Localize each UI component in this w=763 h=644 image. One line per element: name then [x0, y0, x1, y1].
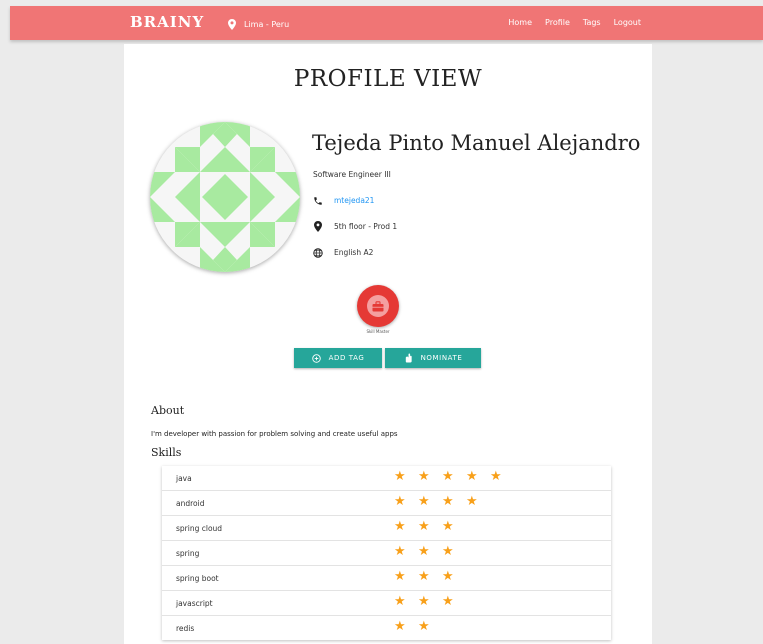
map-marker-icon [312, 221, 323, 232]
skill-row: javascript ★ ★ ★ [162, 591, 611, 616]
nav-link-profile[interactable]: Profile [545, 18, 570, 27]
star-icon: ★ [394, 469, 406, 484]
skill-rating: ★ ★ ★ [394, 594, 466, 609]
top-navbar: BRAINY Lima - Peru Home Profile Tags Log… [10, 6, 763, 40]
star-icon: ★ [394, 569, 406, 584]
skill-name: spring [176, 549, 200, 558]
hand-icon [405, 353, 412, 363]
star-icon: ★ [418, 494, 430, 509]
skill-rating: ★ ★ ★ [394, 544, 466, 559]
star-icon: ★ [418, 594, 430, 609]
brand-logo[interactable]: BRAINY [130, 13, 204, 31]
nav-links: Home Profile Tags Logout [508, 18, 641, 27]
skill-name: java [176, 474, 192, 483]
skill-row: spring ★ ★ ★ [162, 541, 611, 566]
skill-row: redis ★ ★ [162, 616, 611, 640]
location-indicator: Lima - Peru [228, 17, 289, 31]
briefcase-icon [372, 300, 384, 311]
job-title: Software Engineer III [313, 170, 391, 179]
skills-list: java ★ ★ ★ ★ ★ android ★ ★ ★ ★ spring cloud ★ ★ ★ sprin… [162, 466, 611, 640]
star-icon: ★ [490, 469, 502, 484]
add-tag-label: ADD TAG [328, 354, 365, 362]
username-link[interactable]: mtejeda21 [334, 196, 374, 205]
skill-row: android ★ ★ ★ ★ [162, 491, 611, 516]
language-row: English A2 [312, 247, 373, 258]
star-icon: ★ [394, 594, 406, 609]
skill-name: spring boot [176, 574, 219, 583]
add-tag-button[interactable]: ADD TAG [294, 348, 382, 368]
phone-icon [312, 195, 323, 206]
skills-heading: Skills [151, 446, 182, 459]
nominate-label: NOMINATE [420, 354, 463, 362]
skill-name: android [176, 499, 205, 508]
star-icon: ★ [418, 469, 430, 484]
nominate-button[interactable]: NOMINATE [385, 348, 481, 368]
map-marker-icon [228, 18, 236, 30]
nav-link-logout[interactable]: Logout [614, 18, 641, 27]
skill-name: redis [176, 624, 195, 633]
skill-row: spring boot ★ ★ ★ [162, 566, 611, 591]
page-title: PROFILE VIEW [293, 66, 483, 92]
identicon-image [150, 122, 300, 272]
skill-name: javascript [176, 599, 213, 608]
star-icon: ★ [466, 494, 478, 509]
star-icon: ★ [418, 544, 430, 559]
star-icon: ★ [442, 544, 454, 559]
skill-rating: ★ ★ [394, 619, 442, 634]
skill-row: spring cloud ★ ★ ★ [162, 516, 611, 541]
username-row: mtejeda21 [312, 195, 374, 206]
office-row: 5th floor - Prod 1 [312, 221, 397, 232]
star-icon: ★ [442, 594, 454, 609]
plus-circle-icon [311, 353, 321, 363]
star-icon: ★ [394, 519, 406, 534]
about-text: I'm developer with passion for problem s… [151, 430, 398, 438]
skill-rating: ★ ★ ★ [394, 569, 466, 584]
skill-rating: ★ ★ ★ ★ [394, 494, 490, 509]
location-text: Lima - Peru [244, 19, 290, 29]
skill-row: java ★ ★ ★ ★ ★ [162, 466, 611, 491]
globe-icon [312, 247, 323, 258]
star-icon: ★ [442, 569, 454, 584]
star-icon: ★ [394, 494, 406, 509]
avatar [150, 122, 300, 272]
nav-link-tags[interactable]: Tags [583, 18, 601, 27]
skill-badge[interactable] [357, 285, 399, 327]
star-icon: ★ [466, 469, 478, 484]
star-icon: ★ [442, 494, 454, 509]
star-icon: ★ [418, 519, 430, 534]
star-icon: ★ [418, 619, 430, 634]
star-icon: ★ [442, 469, 454, 484]
star-icon: ★ [418, 569, 430, 584]
skill-name: spring cloud [176, 524, 223, 533]
about-heading: About [151, 404, 185, 417]
skill-rating: ★ ★ ★ ★ ★ [394, 469, 514, 484]
badge-caption: Skill Master [366, 329, 390, 334]
skill-rating: ★ ★ ★ [394, 519, 466, 534]
profile-name: Tejeda Pinto Manuel Alejandro [312, 131, 641, 155]
star-icon: ★ [394, 544, 406, 559]
language-level: English A2 [334, 248, 374, 257]
profile-card: PROFILE VIEW Tejeda Pinto Manuel Alejand… [124, 44, 652, 644]
office-location: 5th floor - Prod 1 [334, 222, 398, 231]
star-icon: ★ [394, 619, 406, 634]
nav-link-home[interactable]: Home [508, 18, 532, 27]
star-icon: ★ [442, 519, 454, 534]
